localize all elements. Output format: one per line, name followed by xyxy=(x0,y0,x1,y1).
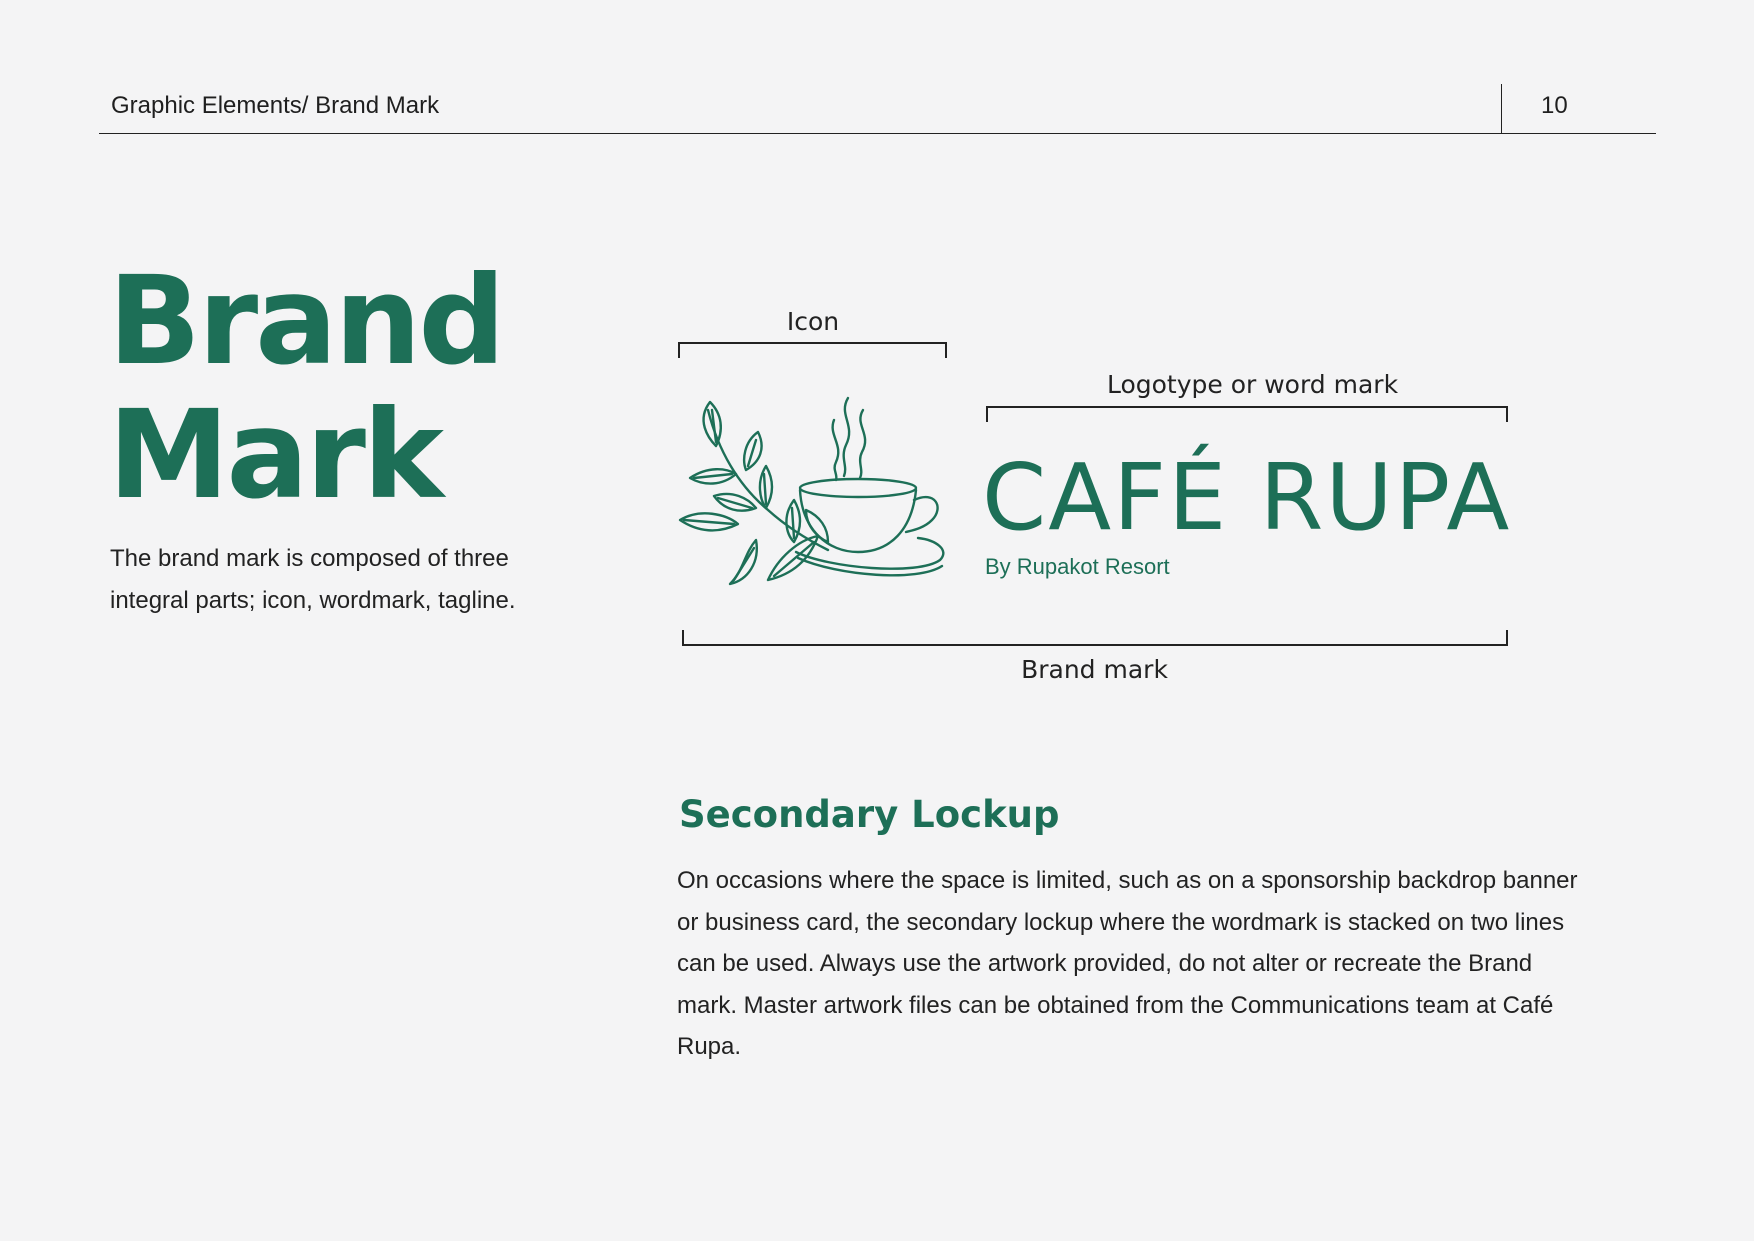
page-title-line-1: Brand xyxy=(108,250,506,392)
secondary-lockup-body: On occasions where the space is limited,… xyxy=(677,867,1578,1060)
coffee-cup-with-leaves-icon xyxy=(678,396,945,586)
icon-label: Icon xyxy=(786,307,840,336)
header-vertical-divider xyxy=(1501,84,1502,133)
page-title: Brand Mark xyxy=(108,250,506,526)
page-title-line-2: Mark xyxy=(108,384,444,526)
wordmark-label: Logotype or word mark xyxy=(1106,370,1399,399)
brandmark-bracket xyxy=(682,630,1508,646)
icon-bracket xyxy=(678,342,947,358)
secondary-lockup-title: Secondary Lockup xyxy=(679,793,1060,836)
brandmark-label: Brand mark xyxy=(1021,655,1168,684)
intro-paragraph: The brand mark is composed of three inte… xyxy=(110,545,516,614)
page-number: 10 xyxy=(1541,92,1568,119)
wordmark: CAFÉ RUPA xyxy=(982,444,1512,551)
breadcrumb: Graphic Elements/ Brand Mark xyxy=(111,92,440,119)
header-divider-line xyxy=(99,133,1656,134)
wordmark-bracket xyxy=(986,406,1508,422)
tagline: By Rupakot Resort xyxy=(985,554,1170,579)
